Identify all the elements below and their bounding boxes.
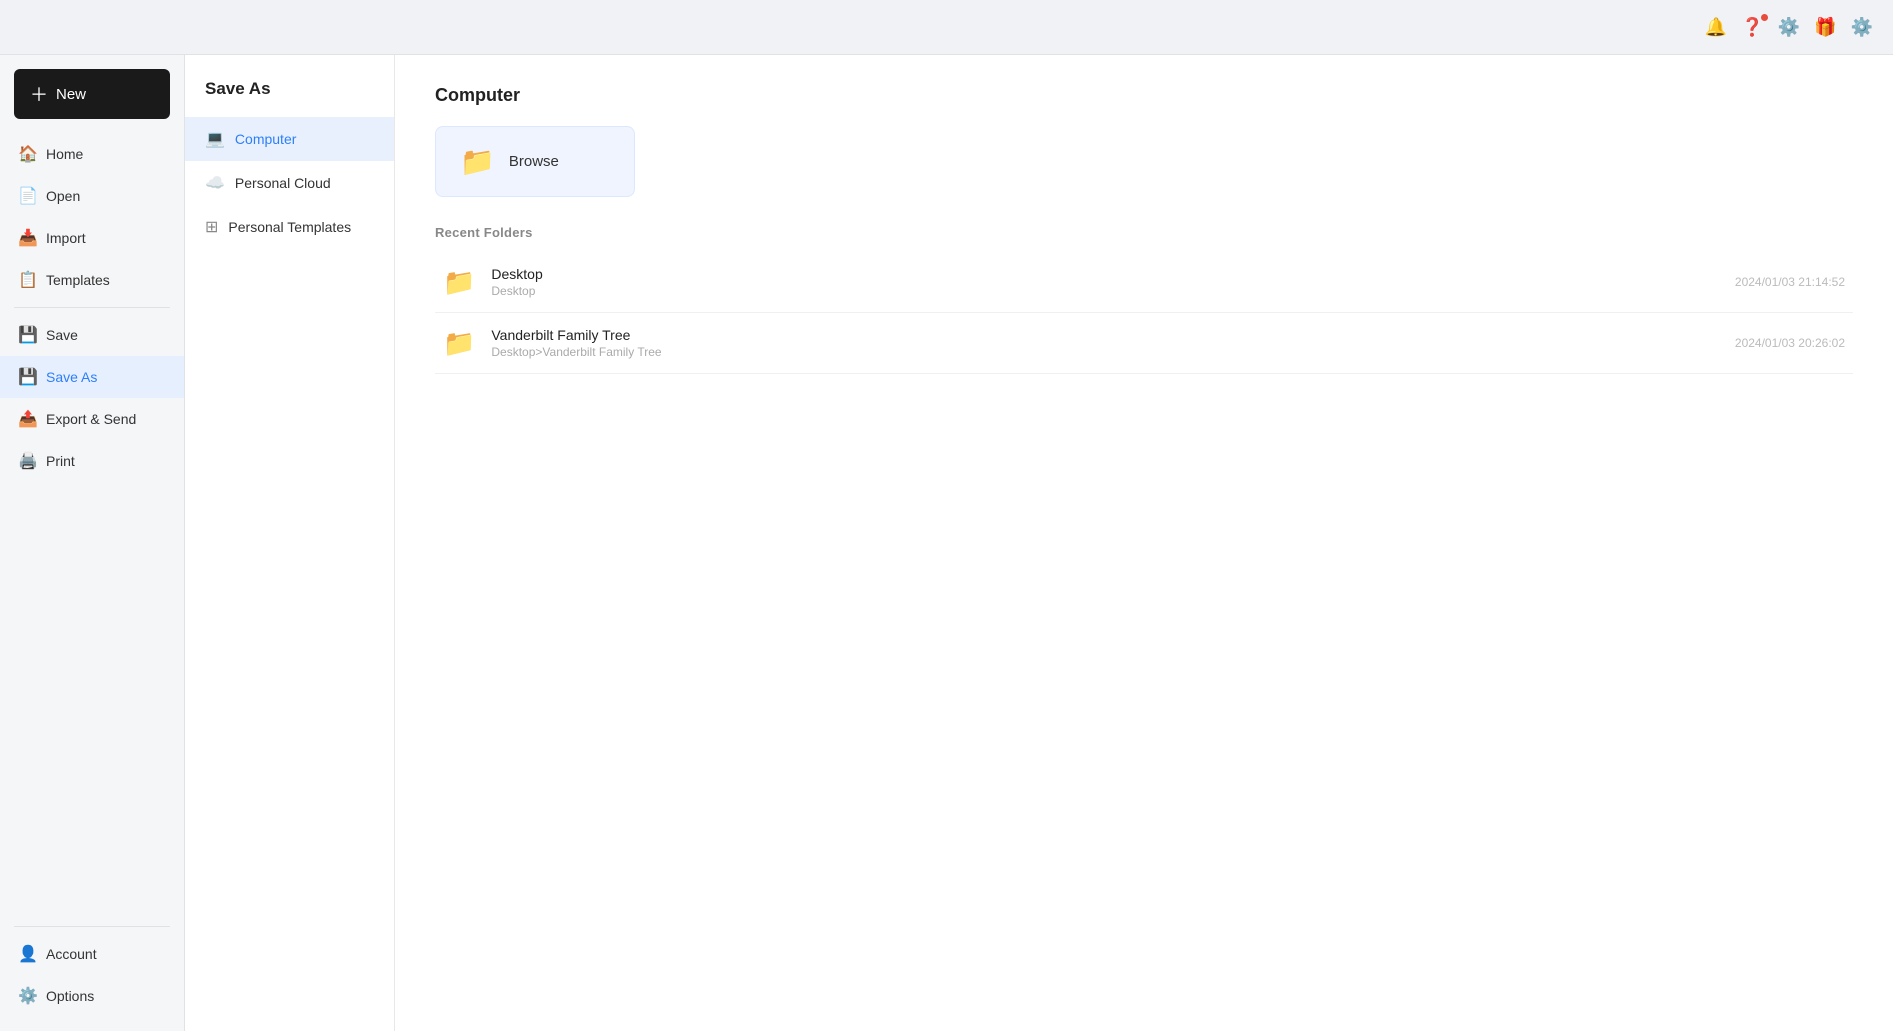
home-icon: 🏠 (18, 144, 36, 164)
save-as-item-label: Personal Cloud (235, 175, 331, 191)
sidebar-item-export-send[interactable]: 📤 Export & Send (0, 398, 184, 440)
sidebar-item-import[interactable]: 📥 Import (0, 217, 184, 259)
sidebar-item-label: Import (46, 230, 86, 246)
sidebar-item-print[interactable]: 🖨️ Print (0, 440, 184, 482)
sidebar: ＋ New 🏠 Home 📄 Open 📥 Import 📋 Templates (0, 55, 185, 1031)
sidebar-item-label: Options (46, 988, 94, 1004)
browse-card[interactable]: 📁 Browse (435, 126, 635, 197)
folder-name: Desktop (491, 266, 1719, 282)
sidebar-item-label: Save (46, 327, 78, 343)
browse-label: Browse (509, 153, 559, 170)
sidebar-item-label: Save As (46, 369, 97, 385)
open-icon: 📄 (18, 186, 36, 206)
bell-icon[interactable]: 🔔 (1705, 17, 1727, 38)
gift-icon[interactable]: 🎁 (1814, 17, 1836, 38)
folder-path: Desktop (491, 284, 1719, 298)
folder-date: 2024/01/03 21:14:52 (1735, 275, 1845, 289)
save-as-icon: 💾 (18, 367, 36, 387)
folder-row-desktop[interactable]: 📁 Desktop Desktop 2024/01/03 21:14:52 (435, 252, 1853, 313)
folder-name: Vanderbilt Family Tree (491, 327, 1719, 343)
folder-date: 2024/01/03 20:26:02 (1735, 336, 1845, 350)
browse-folder-icon: 📁 (460, 145, 495, 178)
sidebar-divider-bottom (14, 926, 170, 927)
question-icon[interactable]: ❓ (1741, 17, 1763, 38)
main-layout: ＋ New 🏠 Home 📄 Open 📥 Import 📋 Templates (0, 55, 1893, 1031)
save-as-panel: Save As 💻 Computer ☁️ Personal Cloud ⊞ P… (185, 55, 395, 1031)
computer-icon: 💻 (205, 129, 225, 149)
save-as-computer[interactable]: 💻 Computer (185, 117, 394, 161)
folder-path: Desktop>Vanderbilt Family Tree (491, 345, 1719, 359)
save-icon: 💾 (18, 325, 36, 345)
apps-icon[interactable]: ⚙️ (1778, 17, 1800, 38)
folder-row-vanderbilt[interactable]: 📁 Vanderbilt Family Tree Desktop>Vanderb… (435, 313, 1853, 374)
new-label: New (56, 86, 86, 103)
sidebar-item-label: Home (46, 146, 83, 162)
sidebar-item-templates[interactable]: 📋 Templates (0, 259, 184, 301)
export-send-icon: 📤 (18, 409, 36, 429)
templates-icon: 📋 (18, 270, 36, 290)
save-as-item-label: Personal Templates (228, 219, 351, 235)
print-icon: 🖨️ (18, 451, 36, 471)
topbar-icons: 🔔 ❓ ⚙️ 🎁 ⚙️ (1705, 17, 1873, 38)
cloud-icon: ☁️ (205, 173, 225, 193)
settings-icon[interactable]: ⚙️ (1851, 17, 1873, 38)
sidebar-item-save[interactable]: 💾 Save (0, 314, 184, 356)
sidebar-item-label: Export & Send (46, 411, 136, 427)
folder-list: 📁 Desktop Desktop 2024/01/03 21:14:52 📁 … (435, 252, 1853, 374)
sidebar-item-save-as[interactable]: 💾 Save As (0, 356, 184, 398)
folder-info: Desktop Desktop (491, 266, 1719, 298)
sidebar-bottom: 👤 Account ⚙️ Options (0, 912, 184, 1031)
save-as-personal-templates[interactable]: ⊞ Personal Templates (185, 205, 394, 249)
sidebar-item-home[interactable]: 🏠 Home (0, 133, 184, 175)
sidebar-item-label: Templates (46, 272, 110, 288)
content-title: Computer (435, 85, 1853, 106)
sidebar-item-label: Print (46, 453, 75, 469)
recent-folders-label: Recent Folders (435, 225, 1853, 240)
account-icon: 👤 (18, 944, 36, 964)
save-as-title: Save As (185, 79, 394, 117)
options-icon: ⚙️ (18, 986, 36, 1006)
plus-icon: ＋ (30, 81, 48, 107)
sidebar-item-label: Account (46, 946, 97, 962)
sidebar-item-label: Open (46, 188, 80, 204)
templates-grid-icon: ⊞ (205, 217, 218, 237)
save-as-personal-cloud[interactable]: ☁️ Personal Cloud (185, 161, 394, 205)
sidebar-item-open[interactable]: 📄 Open (0, 175, 184, 217)
content-area: Computer 📁 Browse Recent Folders 📁 Deskt… (395, 55, 1893, 1031)
new-button[interactable]: ＋ New (14, 69, 170, 119)
sidebar-item-account[interactable]: 👤 Account (0, 933, 184, 975)
sidebar-nav: 🏠 Home 📄 Open 📥 Import 📋 Templates 💾 Sav… (0, 129, 184, 912)
folder-icon: 📁 (443, 267, 475, 298)
sidebar-item-options[interactable]: ⚙️ Options (0, 975, 184, 1017)
topbar: 🔔 ❓ ⚙️ 🎁 ⚙️ (0, 0, 1893, 55)
save-as-item-label: Computer (235, 131, 296, 147)
folder-icon: 📁 (443, 328, 475, 359)
folder-info: Vanderbilt Family Tree Desktop>Vanderbil… (491, 327, 1719, 359)
sidebar-divider (14, 307, 170, 308)
import-icon: 📥 (18, 228, 36, 248)
